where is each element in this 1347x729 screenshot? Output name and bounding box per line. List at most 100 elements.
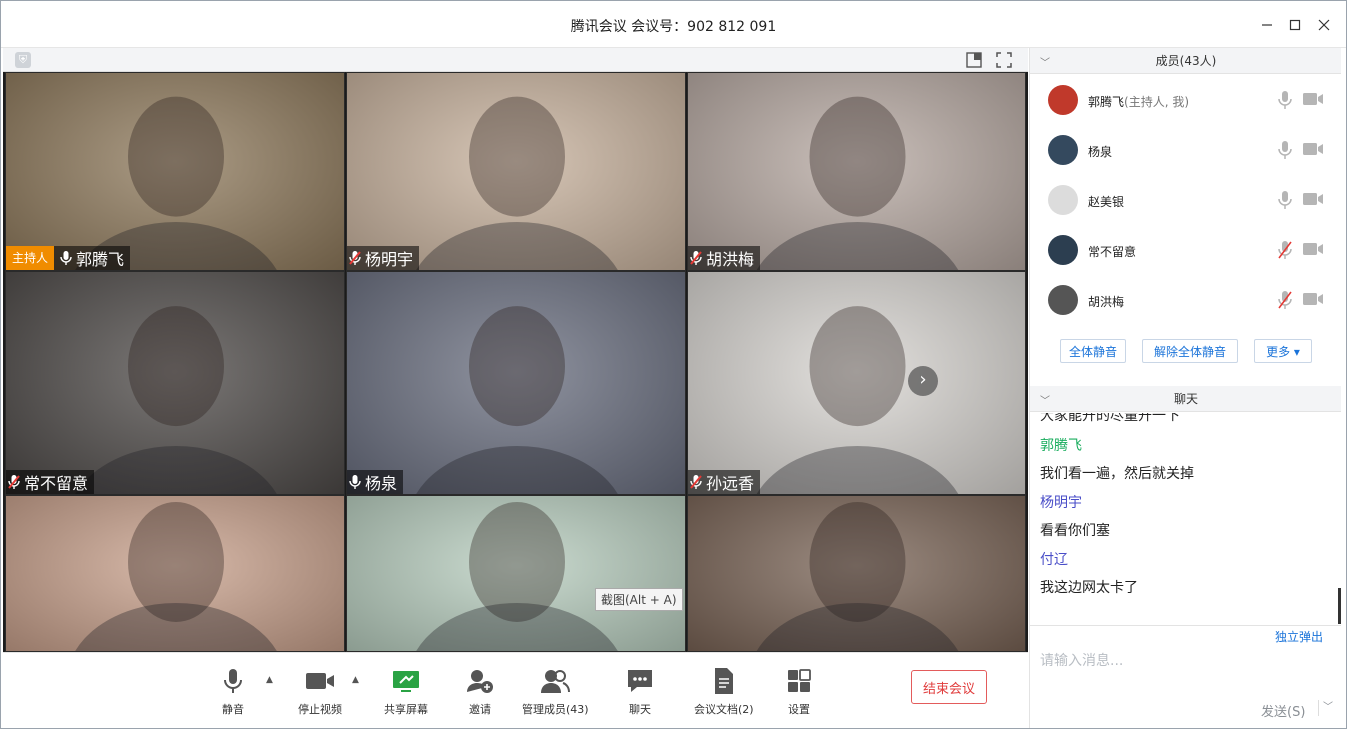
video-tile[interactable]: 胡洪梅 bbox=[687, 72, 1026, 271]
mute-all-button[interactable]: 全体静音 bbox=[1060, 339, 1126, 363]
mic-muted-icon bbox=[349, 251, 361, 265]
meeting-docs-button[interactable]: 会议文档(2) bbox=[694, 667, 754, 717]
video-tile[interactable] bbox=[687, 495, 1026, 652]
member-mic-toggle[interactable] bbox=[1278, 240, 1292, 264]
camera-icon bbox=[1303, 143, 1323, 155]
video-tile[interactable]: 杨明宇 bbox=[346, 72, 686, 271]
chat-messages: 大家能开的尽量开一下 郭腾飞 我们看一遍，然后就关掉 杨明宇 看看你们塞 付辽 … bbox=[1030, 413, 1342, 625]
video-options-caret[interactable]: ▲ bbox=[352, 675, 359, 685]
participant-video-feed bbox=[756, 96, 959, 270]
microphone-icon bbox=[224, 669, 242, 693]
avatar bbox=[1048, 285, 1078, 315]
chat-sender: 杨明宇 bbox=[1040, 495, 1082, 511]
member-camera-toggle[interactable] bbox=[1302, 242, 1324, 260]
camera-icon bbox=[1303, 93, 1323, 105]
send-options-caret[interactable]: ﹀ bbox=[1318, 700, 1333, 716]
window-edge bbox=[1341, 48, 1346, 728]
video-tile[interactable] bbox=[346, 495, 686, 652]
participant-name-tag: 孙远香 bbox=[688, 470, 761, 494]
more-button[interactable]: 更多 ▾ bbox=[1254, 339, 1312, 363]
member-camera-toggle[interactable] bbox=[1302, 192, 1324, 210]
chat-button[interactable]: 聊天 bbox=[625, 667, 655, 717]
camera-icon bbox=[306, 673, 334, 689]
mic-muted-icon bbox=[690, 475, 702, 489]
member-mic-toggle[interactable] bbox=[1278, 140, 1292, 164]
title-bar: 腾讯会议 会议号：902 812 091 bbox=[1, 1, 1346, 48]
participant-video-feed bbox=[416, 96, 618, 270]
minimize-icon bbox=[1262, 24, 1272, 26]
member-row[interactable]: 胡洪梅 bbox=[1030, 276, 1342, 326]
member-mic-toggle[interactable] bbox=[1278, 290, 1292, 314]
send-button[interactable]: 发送(S) bbox=[1261, 701, 1305, 720]
side-panel: ﹀ 成员(43人) 郭腾飞(主持人, 我) 杨泉赵美银 常不留意 胡洪梅 全体静音 解… bbox=[1029, 48, 1342, 728]
meeting-docs-label: 会议文档(2) bbox=[694, 703, 754, 716]
member-row[interactable]: 杨泉 bbox=[1030, 126, 1342, 176]
member-camera-toggle[interactable] bbox=[1302, 292, 1324, 310]
video-area: ⛨ 主持人 郭腾飞 杨明宇 胡洪梅 常不留意 杨泉 孙远香 › 截图(Alt + A) bbox=[3, 48, 1028, 652]
chat-input-area[interactable]: 请输入消息... 发送(S) ﹀ bbox=[1030, 625, 1342, 728]
participant-video-feed bbox=[416, 306, 618, 494]
members-header[interactable]: ﹀ 成员(43人) bbox=[1030, 48, 1342, 74]
bottom-toolbar: 静音 ▲ 停止视频 ▲ 共享屏幕 邀请 管理成员(43) 聊天 会议文档(2) bbox=[3, 652, 1028, 728]
layout-switch-icon[interactable] bbox=[965, 51, 983, 69]
avatar bbox=[1048, 185, 1078, 215]
next-page-button[interactable]: › bbox=[908, 366, 938, 396]
fullscreen-icon[interactable] bbox=[995, 51, 1013, 69]
chat-input-placeholder[interactable]: 请输入消息... bbox=[1040, 650, 1123, 670]
maximize-button[interactable] bbox=[1283, 13, 1307, 37]
video-tile[interactable] bbox=[5, 495, 345, 652]
share-screen-label: 共享屏幕 bbox=[384, 703, 428, 716]
video-tile[interactable]: 孙远香 bbox=[687, 271, 1026, 495]
mute-button[interactable]: 静音 bbox=[218, 667, 248, 717]
participant-name: 孙远香 bbox=[706, 474, 755, 493]
share-screen-button[interactable]: 共享屏幕 bbox=[384, 667, 428, 717]
microphone-icon bbox=[60, 251, 72, 265]
member-mic-toggle[interactable] bbox=[1278, 90, 1292, 114]
security-shield-icon[interactable]: ⛨ bbox=[15, 52, 31, 68]
microphone-icon bbox=[1278, 191, 1292, 209]
participant-name-tag: 杨泉 bbox=[347, 470, 404, 494]
member-role: (主持人, 我) bbox=[1124, 95, 1190, 109]
invite-label: 邀请 bbox=[469, 703, 491, 716]
mute-label: 静音 bbox=[222, 703, 244, 716]
member-camera-toggle[interactable] bbox=[1302, 92, 1324, 110]
video-tile[interactable]: 常不留意 bbox=[5, 271, 345, 495]
member-row[interactable]: 常不留意 bbox=[1030, 226, 1342, 276]
invite-button[interactable]: 邀请 bbox=[465, 667, 495, 717]
unmute-all-button[interactable]: 解除全体静音 bbox=[1142, 339, 1238, 363]
participant-name-tag: 杨明宇 bbox=[347, 246, 420, 270]
chat-title: 聊天 bbox=[1173, 392, 1198, 406]
end-meeting-button[interactable]: 结束会议 bbox=[911, 670, 987, 704]
member-name: 郭腾飞(主持人, 我) bbox=[1088, 95, 1190, 109]
participant-video-feed bbox=[75, 96, 277, 270]
participant-name: 杨明宇 bbox=[365, 250, 414, 269]
mute-options-caret[interactable]: ▲ bbox=[266, 675, 273, 685]
chat-label: 聊天 bbox=[629, 703, 651, 716]
video-tile[interactable]: 主持人 郭腾飞 bbox=[5, 72, 345, 271]
collapse-chevron-icon[interactable]: ﹀ bbox=[1040, 54, 1050, 69]
member-row[interactable]: 郭腾飞(主持人, 我) bbox=[1030, 76, 1342, 126]
chat-header[interactable]: ﹀ 聊天 bbox=[1030, 386, 1342, 412]
member-row[interactable]: 赵美银 bbox=[1030, 176, 1342, 226]
camera-icon bbox=[1303, 193, 1323, 205]
collapse-chevron-icon[interactable]: ﹀ bbox=[1040, 392, 1050, 407]
chat-message-text: 我这边网太卡了 bbox=[1040, 580, 1138, 596]
manage-members-label: 管理成员(43) bbox=[522, 703, 589, 716]
stop-video-button[interactable]: 停止视频 bbox=[298, 667, 342, 717]
member-mic-toggle[interactable] bbox=[1278, 190, 1292, 214]
avatar bbox=[1048, 135, 1078, 165]
video-tile[interactable]: 杨泉 bbox=[346, 271, 686, 495]
member-camera-toggle[interactable] bbox=[1302, 142, 1324, 160]
camera-icon bbox=[1303, 293, 1323, 305]
participant-name-tag: 常不留意 bbox=[6, 470, 95, 494]
member-name: 杨泉 bbox=[1088, 145, 1113, 159]
settings-button[interactable]: 设置 bbox=[784, 667, 814, 717]
microphone-icon bbox=[1278, 141, 1292, 159]
chat-message-text: 大家能开的尽量开一下 bbox=[1040, 413, 1180, 424]
stop-video-label: 停止视频 bbox=[298, 703, 342, 716]
meeting-window: 腾讯会议 会议号：902 812 091 ⛨ 主持人 郭腾飞 杨明宇 胡洪梅 常不留意杨… bbox=[0, 0, 1347, 729]
settings-grid-icon bbox=[788, 669, 811, 692]
minimize-button[interactable] bbox=[1255, 13, 1279, 37]
manage-members-button[interactable]: 管理成员(43) bbox=[522, 667, 589, 717]
close-button[interactable] bbox=[1312, 13, 1336, 37]
